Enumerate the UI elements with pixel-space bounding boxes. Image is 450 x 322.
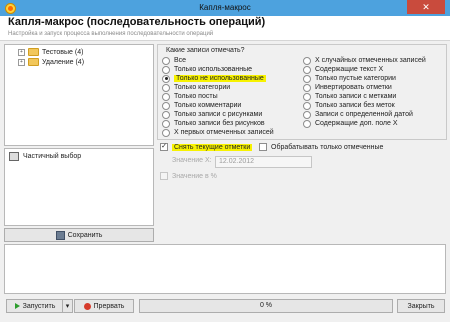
radio-label: Содержащие доп. поле X [315,120,398,127]
checkbox-label: Снять текущие отметки [172,143,253,151]
process-only-marked-checkbox[interactable]: Обрабатывать только отмеченные [259,142,383,152]
partial-selection-label: Частичный выбор [23,153,82,160]
radio-icon[interactable] [162,101,170,110]
tree-item-label: Удаление (4) [42,58,85,66]
value-x-label: Значение X: [172,157,212,164]
radio-icon[interactable] [162,65,170,74]
checkbox-icon[interactable] [259,143,267,151]
category-tree[interactable]: + Тестовые (4) + Удаление (4) [4,44,154,146]
radio-icon[interactable] [303,92,311,101]
save-button[interactable]: Сохранить [4,228,154,242]
tree-item[interactable]: + Удаление (4) [5,57,84,67]
radio-icon[interactable] [162,128,170,137]
partial-selection-panel[interactable]: Частичный выбор [4,148,154,226]
dialog-subtitle: Настройка и запуск процесса выполнения п… [8,31,214,37]
radio-icon[interactable] [162,56,170,65]
radio-label: Только записи без рисунков [174,120,265,127]
radio-with-images[interactable]: Только записи с рисунками [162,110,262,119]
tree-item-label: Тестовые (4) [42,48,84,56]
radio-icon[interactable] [303,74,311,83]
radio-unused[interactable]: Только не использованные [162,74,266,83]
radio-label: Записи с определенной датой [315,111,413,118]
stop-button[interactable]: Прервать [74,299,134,313]
checkbox-icon[interactable] [160,172,168,180]
radio-label: Только категории [174,84,231,91]
radio-icon[interactable] [162,92,170,101]
radio-icon[interactable] [303,119,311,128]
main-window: Капля-макрос ✕ Капля-макрос (последовате… [0,0,450,322]
uncheck-current-checkbox[interactable]: ✓ Снять текущие отметки [160,142,253,152]
radio-label: Только комментарии [174,102,242,109]
radio-empty-categories[interactable]: Только пустые категории [303,74,396,83]
stop-button-label: Прервать [93,302,125,310]
radio-first-x[interactable]: X первых отмеченных записей [162,128,274,137]
expand-icon[interactable]: + [18,58,25,66]
save-button-label: Сохранить [67,231,103,239]
radio-label: Инвертировать отметки [315,84,392,91]
radio-label: X первых отмеченных записей [174,129,274,136]
radio-used[interactable]: Только использованные [162,65,252,74]
radio-icon[interactable] [162,74,170,83]
radio-invert-marks[interactable]: Инвертировать отметки [303,83,392,92]
window-title: Капля-макрос [199,3,251,12]
close-button[interactable]: Закрыть [397,299,445,313]
value-x-field[interactable]: 12.02.2012 [215,156,312,168]
expand-icon[interactable]: + [18,48,25,56]
play-icon [14,303,20,309]
radio-label: Только использованные [174,66,253,73]
radio-label: Все [174,57,187,64]
run-dropdown-button[interactable]: ▾ [62,299,73,313]
stop-icon [83,302,91,310]
radio-random-x[interactable]: X случайных отмеченных записей [303,56,426,65]
radio-icon[interactable] [303,83,311,92]
radio-without-tags[interactable]: Только записи без меток [303,101,395,110]
dialog-header: Капля-макрос (последовательность операци… [0,16,450,41]
radio-with-tags[interactable]: Только записи с метками [303,92,396,101]
radio-label: Только посты [174,93,218,100]
radio-categories[interactable]: Только категории [162,83,230,92]
radio-comments[interactable]: Только комментарии [162,101,241,110]
radio-label: Только записи без меток [315,102,395,109]
tree-item[interactable]: + Тестовые (4) [5,47,83,57]
run-button[interactable]: Запустить [6,299,64,313]
radio-icon[interactable] [303,101,311,110]
run-button-label: Запустить [22,302,56,310]
radio-icon[interactable] [162,83,170,92]
title-bar: Капля-макрос ✕ [0,0,450,16]
partial-selection-item[interactable]: Частичный выбор [9,152,81,161]
radio-icon[interactable] [303,110,311,119]
save-icon [55,230,65,240]
window-close-button[interactable]: ✕ [407,0,445,14]
radio-all[interactable]: Все [162,56,186,65]
radio-extra-field[interactable]: Содержащие доп. поле X [303,119,398,128]
list-icon [9,152,19,161]
radio-without-images[interactable]: Только записи без рисунков [162,119,265,128]
radio-contains-text[interactable]: Содержащие текст X [303,65,383,74]
radio-label: Только пустые категории [315,75,396,82]
radio-icon[interactable] [303,56,311,65]
records-group: Какие записи отмечать? Все Только исполь… [157,44,447,140]
dialog-title: Капля-макрос (последовательность операци… [8,16,266,28]
records-group-title: Какие записи отмечать? [166,47,245,54]
radio-icon[interactable] [162,119,170,128]
radio-posts[interactable]: Только посты [162,92,218,101]
value-percent-checkbox[interactable]: Значение в % [160,171,217,181]
progress-bar: 0 % [139,299,393,313]
checkbox-label: Значение в % [172,172,217,180]
radio-label: Только записи с метками [315,93,397,100]
checkbox-icon[interactable]: ✓ [160,143,168,151]
radio-icon[interactable] [162,110,170,119]
log-area[interactable] [4,244,446,294]
radio-label: X случайных отмеченных записей [315,57,426,64]
radio-label: Содержащие текст X [315,66,384,73]
folder-icon [28,48,39,56]
radio-label: Только записи с рисунками [174,111,263,118]
radio-icon[interactable] [303,65,311,74]
bottom-bar: Запустить ▾ Прервать 0 % Закрыть [0,296,450,322]
radio-label: Только не использованные [174,75,266,82]
folder-icon [28,58,39,66]
checkbox-label: Обрабатывать только отмеченные [271,143,384,151]
radio-specific-date[interactable]: Записи с определенной датой [303,110,413,119]
